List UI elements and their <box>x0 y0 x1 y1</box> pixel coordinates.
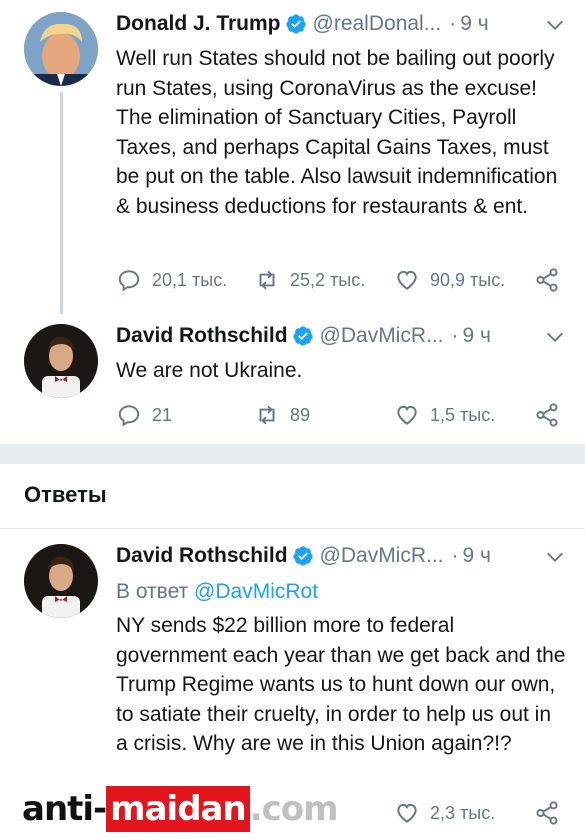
chevron-down-icon[interactable] <box>544 546 566 568</box>
avatar[interactable] <box>24 324 98 398</box>
reply-icon <box>118 405 140 427</box>
thread-connector <box>60 92 63 314</box>
tweet-header: David Rothschild @DavMicR... · 9 ч <box>116 544 566 574</box>
retweet-icon <box>259 270 275 290</box>
separator-dot: · <box>451 544 459 567</box>
retweet-button[interactable]: 89 <box>254 400 310 430</box>
retweet-button[interactable]: 25,2 тыс. <box>254 265 365 295</box>
share-button[interactable] <box>534 265 570 295</box>
author-handle[interactable]: @DavMicR... <box>320 544 444 567</box>
reply-count: 21 <box>152 404 173 425</box>
tweet-text: We are not Ukraine. <box>116 359 303 382</box>
reply-count: 20,1 тыс. <box>152 269 228 290</box>
author-name[interactable]: David Rothschild <box>116 324 288 347</box>
tweet-text: Well run States should not be bailing ou… <box>116 47 558 218</box>
like-count: 1,5 тыс. <box>430 404 496 425</box>
verified-icon <box>292 546 313 566</box>
share-button[interactable] <box>534 400 570 430</box>
reply-icon <box>118 270 140 292</box>
like-icon <box>397 803 417 823</box>
share-button[interactable] <box>534 798 570 828</box>
tweet-main[interactable]: Donald J. Trump @realDonal... · 9 ч Well ru… <box>0 0 585 314</box>
like-icon <box>397 270 417 290</box>
author-handle[interactable]: @realDonal... <box>313 12 442 35</box>
reply-to-line: В ответ @DavMicRot <box>116 580 318 604</box>
reply-button[interactable]: 20,1 тыс. <box>116 265 227 295</box>
author-handle[interactable]: @DavMicR... <box>320 324 444 347</box>
watermark-part-3: .com <box>249 789 339 829</box>
avatar[interactable] <box>24 12 98 86</box>
tweet-actions: 21 89 1,5 тыс. <box>116 400 566 430</box>
author-name[interactable]: Donald J. Trump <box>116 12 281 35</box>
avatar[interactable] <box>24 544 98 618</box>
separator-dot: · <box>449 12 457 35</box>
reply-to-mention[interactable]: @DavMicRot <box>194 580 318 603</box>
verified-icon <box>292 326 313 346</box>
watermark-logo: anti-maidan .com <box>22 786 339 832</box>
chevron-down-icon[interactable] <box>544 14 566 36</box>
share-icon <box>536 268 558 292</box>
timestamp[interactable]: 9 ч <box>463 324 491 347</box>
author-name[interactable]: David Rothschild <box>116 544 288 567</box>
retweet-icon <box>259 405 275 425</box>
verified-icon <box>285 14 306 34</box>
reply-button[interactable]: 21 <box>116 400 172 430</box>
section-separator <box>0 444 585 464</box>
like-count: 90,9 тыс. <box>430 269 506 290</box>
divider <box>0 528 585 529</box>
watermark-part-1: anti- <box>22 789 107 829</box>
reply-to-prefix: В ответ <box>116 580 189 603</box>
retweet-count: 25,2 тыс. <box>290 269 366 290</box>
like-count: 2,3 тыс. <box>430 802 496 823</box>
replies-heading: Ответы <box>24 482 107 507</box>
like-button[interactable]: 2,3 тыс. <box>394 798 495 828</box>
watermark-part-2: maidan <box>106 786 250 832</box>
chevron-down-icon[interactable] <box>544 326 566 348</box>
timestamp[interactable]: 9 ч <box>463 544 491 567</box>
share-icon <box>536 403 558 427</box>
tweet-header: Donald J. Trump @realDonal... · 9 ч <box>116 12 566 42</box>
tweet-reply-thread[interactable]: David Rothschild @DavMicR... · 9 ч We are n… <box>0 318 585 440</box>
like-button[interactable]: 90,9 тыс. <box>394 265 505 295</box>
separator-dot: · <box>451 324 459 347</box>
share-icon <box>536 801 558 825</box>
like-button[interactable]: 1,5 тыс. <box>394 400 495 430</box>
tweet-actions: 20,1 тыс. 25,2 тыс. 90,9 тыс. <box>116 265 566 295</box>
timestamp[interactable]: 9 ч <box>460 12 488 35</box>
tweet-text: NY sends $22 billion more to federal gov… <box>116 614 566 755</box>
retweet-count: 89 <box>290 404 311 425</box>
tweet-header: David Rothschild @DavMicR... · 9 ч <box>116 324 566 354</box>
like-icon <box>397 405 417 425</box>
